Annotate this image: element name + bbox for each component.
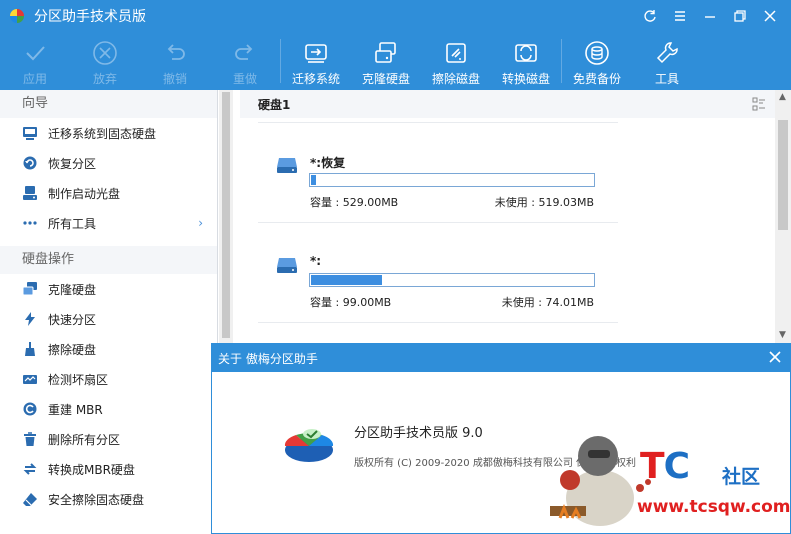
clone-icon xyxy=(22,282,37,296)
hard-disk-icon xyxy=(277,158,297,173)
lightning-icon xyxy=(25,312,35,326)
watermark-brand-t: T xyxy=(640,446,665,487)
partition-divider xyxy=(258,322,618,323)
hard-disk-icon xyxy=(277,258,297,273)
toolbar: 应用 放弃 撤销 重做 迁移系统 克隆硬盘 擦除磁盘 转换磁盘 免费备份 工具 xyxy=(0,32,791,90)
check-icon xyxy=(26,46,45,61)
nav-bootable-disc[interactable]: 制作启动光盘 xyxy=(0,178,217,208)
rebuild-mbr-icon xyxy=(23,402,37,416)
disk-ops-section-title: 硬盘操作 xyxy=(0,246,217,274)
nav-recover-partition[interactable]: 恢复分区 xyxy=(0,148,217,178)
left-panel-scrollbar[interactable] xyxy=(219,90,233,344)
undo-icon xyxy=(167,44,185,60)
eraser-icon xyxy=(23,493,37,506)
main-scrollbar[interactable]: ▲ ▼ xyxy=(775,90,791,344)
nav-wipe-disk[interactable]: 擦除硬盘 xyxy=(0,334,217,364)
discard-button[interactable]: 放弃 xyxy=(70,32,140,90)
nav-all-tools[interactable]: 所有工具 › xyxy=(0,208,217,238)
restore-button[interactable] xyxy=(725,4,755,28)
broom-icon xyxy=(25,342,35,356)
partition-usage-bar xyxy=(309,273,595,287)
migrate-ssd-icon xyxy=(23,127,37,140)
bad-sector-icon xyxy=(23,375,37,384)
scrollbar-thumb[interactable] xyxy=(778,120,788,230)
watermark-brand: TC xyxy=(640,446,690,487)
title-bar: 分区助手技术员版 xyxy=(0,0,791,32)
partition-capacity: 容量 : 529.00MB xyxy=(310,196,399,209)
menu-button[interactable] xyxy=(665,4,695,28)
backup-icon xyxy=(585,41,609,65)
left-panel: 向导 迁移系统到固态硬盘 恢复分区 制作启动光盘 所有工具 › 硬盘操作 克隆硬… xyxy=(0,90,218,534)
more-dots-icon xyxy=(23,221,37,225)
minimize-button[interactable] xyxy=(695,4,725,28)
clone-disk-icon xyxy=(375,42,396,63)
partition-unused: 未使用 : 74.01MB xyxy=(501,296,594,309)
disk-header: 硬盘1 xyxy=(240,90,775,118)
window-title: 分区助手技术员版 xyxy=(34,9,146,25)
nav-secure-erase-ssd[interactable]: 安全擦除固态硬盘 xyxy=(0,484,217,514)
partition-divider xyxy=(258,122,618,123)
chevron-right-icon: › xyxy=(198,216,203,230)
restore-icon xyxy=(734,10,746,22)
nav-delete-all-partitions[interactable]: 删除所有分区 xyxy=(0,424,217,454)
redo-icon xyxy=(235,44,253,60)
close-icon xyxy=(764,10,776,22)
nav-quick-partition[interactable]: 快速分区 xyxy=(0,304,217,334)
partition-usage-bar xyxy=(309,173,595,187)
nav-clone-disk[interactable]: 克隆硬盘 xyxy=(0,274,217,304)
cancel-icon xyxy=(93,41,117,65)
scroll-up-arrow-icon[interactable]: ▲ xyxy=(779,92,786,102)
close-button[interactable] xyxy=(755,4,785,28)
watermark-url: www.tcsqw.com xyxy=(637,497,791,517)
convert-disk-icon xyxy=(515,44,537,62)
recover-partition-icon xyxy=(23,156,37,170)
wipe-disk-button[interactable]: 擦除磁盘 xyxy=(421,32,491,90)
wizard-section-title: 向导 xyxy=(0,90,217,118)
product-logo-icon xyxy=(284,429,334,462)
about-dialog-title: 关于 傲梅分区助手 xyxy=(218,351,318,366)
partition-usage-fill xyxy=(311,175,316,185)
partition-usage-fill xyxy=(311,275,382,285)
partition-divider xyxy=(258,222,618,223)
convert-disk-button[interactable]: 转换磁盘 xyxy=(491,32,561,90)
main-area: 硬盘1 *:恢复 容量 : 529.00MB 未使用 : 519.03MB *:… xyxy=(240,90,791,344)
tools-icon xyxy=(656,42,678,64)
refresh-button[interactable] xyxy=(635,4,665,28)
bootable-disc-icon xyxy=(23,186,37,200)
minimize-icon xyxy=(705,16,715,18)
view-toggle-icon[interactable] xyxy=(752,97,766,111)
partition-capacity: 容量 : 99.00MB xyxy=(310,296,392,309)
nav-migrate-ssd[interactable]: 迁移系统到固态硬盘 xyxy=(0,118,217,148)
partition-name: *: xyxy=(310,254,322,268)
apply-button[interactable]: 应用 xyxy=(0,32,70,90)
nav-rebuild-mbr[interactable]: 重建 MBR xyxy=(0,394,217,424)
dialog-close-icon[interactable] xyxy=(768,350,782,364)
refresh-icon xyxy=(644,10,656,22)
migrate-os-icon xyxy=(305,44,327,63)
migrate-os-button[interactable]: 迁移系统 xyxy=(281,32,351,90)
wipe-disk-icon xyxy=(446,43,466,63)
disk-title: 硬盘1 xyxy=(258,97,291,112)
redo-button[interactable]: 重做 xyxy=(210,32,280,90)
partition-card[interactable]: *:恢复 容量 : 529.00MB 未使用 : 519.03MB xyxy=(260,142,618,222)
partition-card[interactable]: *: 容量 : 99.00MB 未使用 : 74.01MB xyxy=(260,242,618,322)
convert-icon xyxy=(23,463,37,475)
free-backup-button[interactable]: 免费备份 xyxy=(562,32,632,90)
scroll-down-arrow-icon[interactable]: ▼ xyxy=(779,330,786,340)
product-name: 分区助手技术员版 9.0 xyxy=(354,426,483,441)
watermark-brand-c: C xyxy=(663,446,690,487)
trash-icon xyxy=(24,432,36,446)
about-dialog-title-bar: 关于 傲梅分区助手 xyxy=(212,344,790,372)
app-logo-icon xyxy=(10,9,24,23)
clone-disk-button[interactable]: 克隆硬盘 xyxy=(351,32,421,90)
nav-convert-mbr[interactable]: 转换成MBR硬盘 xyxy=(0,454,217,484)
menu-icon xyxy=(675,11,685,21)
partition-unused: 未使用 : 519.03MB xyxy=(494,196,594,209)
partition-name: *:恢复 xyxy=(310,156,346,170)
tools-button[interactable]: 工具 xyxy=(632,32,702,90)
watermark-suffix: 社区 xyxy=(722,466,761,488)
nav-bad-sector[interactable]: 检测坏扇区 xyxy=(0,364,217,394)
undo-button[interactable]: 撤销 xyxy=(140,32,210,90)
